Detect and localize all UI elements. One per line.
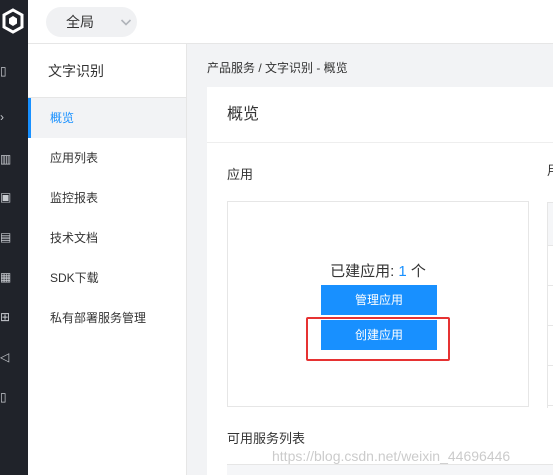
apps-panel: 已建应用: 1 个 管理应用 创建应用: [227, 201, 529, 407]
usage-table: [547, 202, 553, 408]
annotation-highlight-box: [306, 317, 450, 361]
usage-table-divider: [548, 245, 553, 246]
services-table-header: [227, 464, 553, 475]
sidebar-item-monitoring[interactable]: 监控报表: [28, 178, 186, 218]
apps-count-suffix: 个: [406, 263, 426, 280]
sidebar-item-private-deploy[interactable]: 私有部署服务管理: [28, 298, 186, 338]
region-select[interactable]: 全局: [46, 7, 137, 37]
product-sidebar: 文字识别 概览 应用列表 监控报表 技术文档 SDK下载 私有部署服务管理: [28, 44, 187, 475]
apps-count: 已建应用: 1 个: [228, 260, 528, 281]
nav-panel-icon[interactable]: ▤: [0, 228, 12, 246]
watermark: https://blog.csdn.net/weixin_44696446: [272, 448, 511, 464]
usage-table-divider: [548, 285, 553, 286]
nav-building-icon[interactable]: ▥: [0, 150, 12, 168]
sidebar-item-overview[interactable]: 概览: [28, 98, 186, 138]
overview-card: 概览 应用 已建应用: 1 个 管理应用 创建应用 可用服务列表: [207, 87, 553, 475]
sidebar-item-sdk-download[interactable]: SDK下载: [28, 258, 186, 298]
usage-table-divider: [548, 325, 553, 326]
breadcrumb: 产品服务 / 文字识别 - 概览: [207, 61, 348, 75]
apps-count-number: 1: [398, 263, 407, 280]
nav-doc-icon[interactable]: ▯: [0, 388, 12, 406]
manage-apps-button[interactable]: 管理应用: [321, 285, 437, 315]
services-section-label: 可用服务列表: [227, 431, 306, 446]
nav-network-icon[interactable]: ⊞: [0, 308, 12, 326]
logo-icon[interactable]: [2, 8, 24, 34]
chevron-down-icon: [120, 19, 132, 26]
region-select-label: 全局: [66, 14, 94, 30]
usage-table-divider: [548, 365, 553, 366]
usage-table-divider: [548, 405, 553, 406]
sidebar-item-docs[interactable]: 技术文档: [28, 218, 186, 258]
global-nav-rail: ▯ › ▥ ▣ ▤ ▦ ⊞ ◁ ▯: [0, 0, 28, 475]
usage-table-header: [548, 203, 553, 245]
nav-grid-icon[interactable]: ▯: [0, 62, 12, 80]
page-title: 概览: [207, 87, 553, 143]
nav-expand-icon[interactable]: ›: [0, 108, 12, 126]
nav-box-icon[interactable]: ▣: [0, 188, 12, 206]
apps-section-label: 应用: [227, 167, 254, 182]
nav-chart-icon[interactable]: ▦: [0, 268, 12, 286]
product-title: 文字识别: [28, 44, 186, 98]
top-bar: 全局: [28, 0, 553, 44]
apps-count-prefix: 已建应用:: [330, 263, 399, 280]
usage-section-label: 用: [547, 160, 553, 179]
nav-play-icon[interactable]: ◁: [0, 348, 12, 366]
sidebar-item-app-list[interactable]: 应用列表: [28, 138, 186, 178]
